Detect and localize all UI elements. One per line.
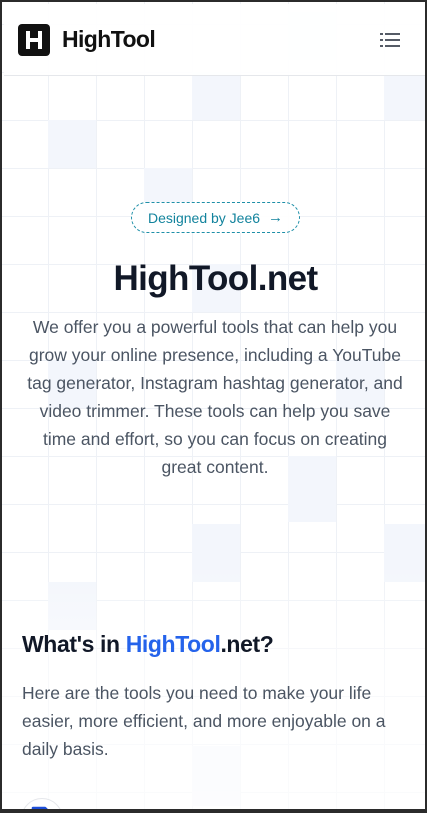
logo-icon bbox=[18, 23, 50, 56]
brand-link[interactable]: HighTool bbox=[18, 23, 156, 56]
badge-label: Designed by Jee6 bbox=[147, 209, 261, 226]
features-title-suffix: .net? bbox=[220, 631, 274, 657]
grid-tile bbox=[192, 72, 240, 120]
site-header: HighTool bbox=[4, 4, 425, 76]
designer-badge-link[interactable]: Designed by Jee6 → bbox=[130, 202, 301, 233]
features-description: Here are the tools you need to make your… bbox=[22, 683, 386, 759]
page-frame: HighTool Designed by Jee6 → HighTool.net… bbox=[0, 0, 427, 813]
features-title-accent: HighTool bbox=[125, 631, 221, 657]
arrow-right-icon: → bbox=[268, 209, 284, 226]
badge-container: Designed by Jee6 → bbox=[4, 202, 425, 233]
features-title-prefix: What's in bbox=[22, 631, 126, 657]
grid-tile bbox=[384, 72, 425, 120]
features-title: What's in HighTool.net? bbox=[22, 631, 412, 658]
tag-icon bbox=[31, 806, 48, 809]
hero-title: HighTool.net bbox=[113, 259, 318, 298]
brand-name: HighTool bbox=[62, 26, 156, 52]
hero-description: We offer you a powerful tools that can h… bbox=[27, 317, 403, 477]
grid-tile bbox=[48, 120, 96, 168]
menu-button[interactable] bbox=[377, 27, 403, 53]
